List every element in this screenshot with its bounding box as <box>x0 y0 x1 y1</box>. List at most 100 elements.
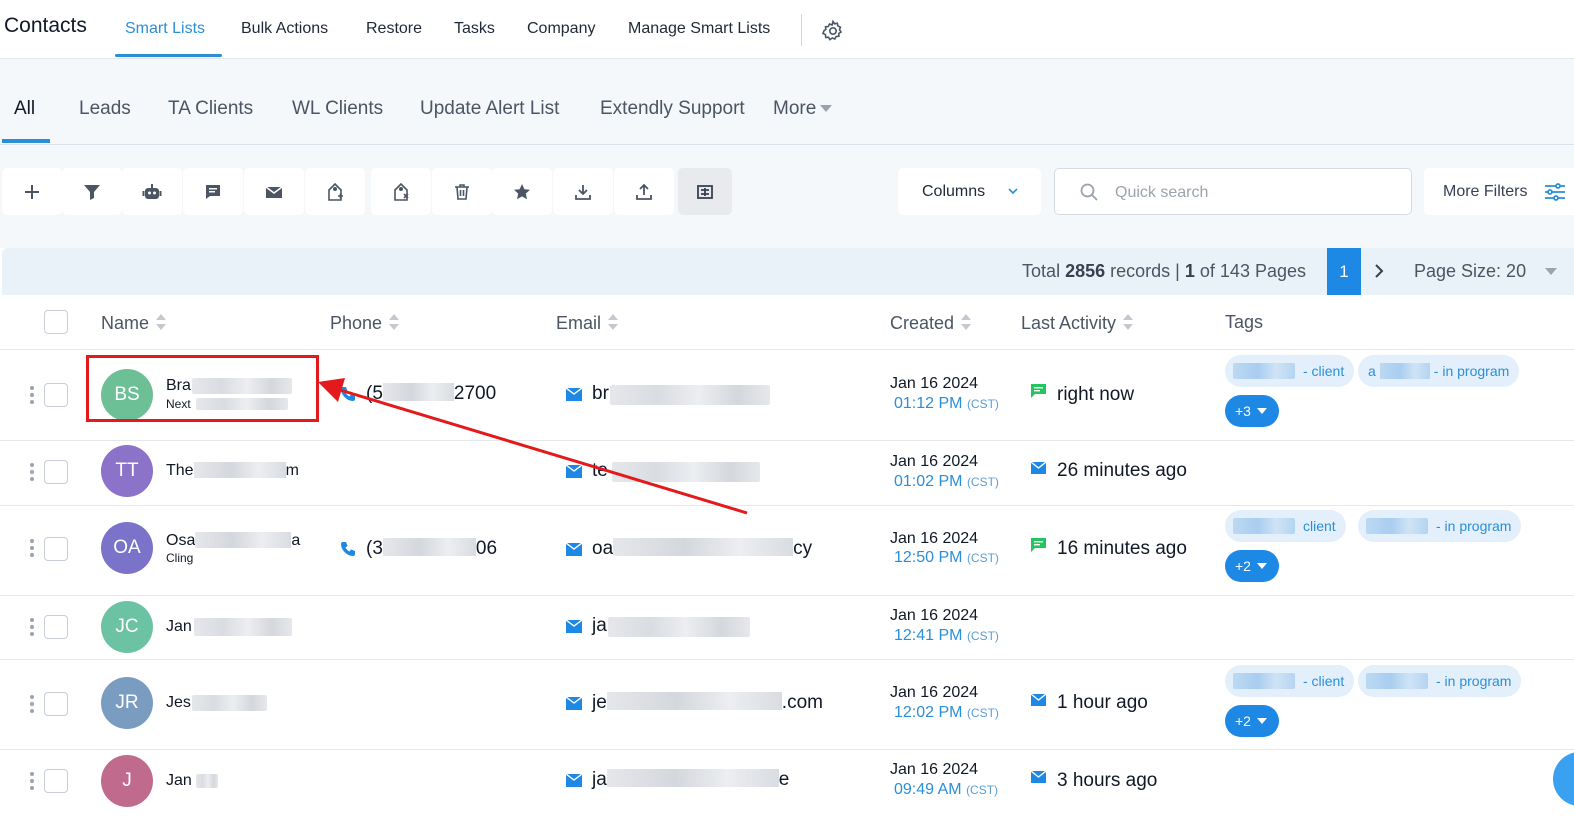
contact-phone[interactable]: (3 06 <box>366 538 497 560</box>
timezone: (CST) <box>966 629 999 643</box>
nav-restore[interactable]: Restore <box>366 20 422 38</box>
row-checkbox[interactable] <box>44 615 68 639</box>
column-last-activity[interactable]: Last Activity <box>1021 312 1134 334</box>
table-row[interactable]: J Jan ja e Jan 16 2024 09:49 AM (CST) 3 h… <box>0 750 1574 824</box>
chevron-right-icon[interactable] <box>1372 262 1386 280</box>
contact-email[interactable]: oa cy <box>592 538 812 560</box>
mail-icon[interactable] <box>566 465 582 478</box>
row-checkbox[interactable] <box>44 769 68 793</box>
more-tags-button[interactable]: +2 <box>1225 705 1279 737</box>
drag-handle-icon[interactable] <box>29 462 35 482</box>
drag-handle-icon[interactable] <box>29 617 35 637</box>
tab-more[interactable]: More <box>773 98 833 120</box>
avatar[interactable]: TT <box>101 445 153 497</box>
page-1-button[interactable]: 1 <box>1327 248 1361 295</box>
redacted-text <box>1233 363 1295 379</box>
tab-leads[interactable]: Leads <box>79 98 131 120</box>
more-tags-button[interactable]: +2 <box>1225 550 1279 582</box>
tag-chip[interactable]: a - in program <box>1358 355 1520 387</box>
table-row[interactable]: JC Jan ja Jan 16 2024 12:41 PM (CST) <box>0 596 1574 660</box>
column-created[interactable]: Created <box>890 312 972 334</box>
contact-email[interactable]: te <box>592 460 608 482</box>
row-checkbox[interactable] <box>44 692 68 716</box>
drag-handle-icon[interactable] <box>29 771 35 791</box>
contact-phone[interactable]: (5 2700 <box>366 383 496 405</box>
more-tags-button[interactable]: +3 <box>1225 395 1279 427</box>
drag-handle-icon[interactable] <box>29 538 35 558</box>
drag-handle-icon[interactable] <box>29 694 35 714</box>
row-checkbox[interactable] <box>44 383 68 407</box>
sort-icon <box>389 314 400 330</box>
nav-bulk-actions[interactable]: Bulk Actions <box>241 20 328 38</box>
favorite-button[interactable] <box>492 168 552 215</box>
tag-chip[interactable]: - in program <box>1358 510 1522 542</box>
caret-down-icon[interactable] <box>1545 268 1557 275</box>
sort-icon <box>1123 314 1134 330</box>
nav-tasks[interactable]: Tasks <box>454 20 495 38</box>
tag-chip[interactable]: - client <box>1225 355 1355 387</box>
send-sms-button[interactable] <box>183 168 243 215</box>
tab-update-alert-list[interactable]: Update Alert List <box>420 98 559 120</box>
tag-chip[interactable]: client <box>1225 510 1346 542</box>
delete-button[interactable] <box>432 168 492 215</box>
mail-icon[interactable] <box>566 774 582 787</box>
more-filters-button[interactable]: More Filters <box>1424 168 1574 215</box>
columns-dropdown[interactable]: Columns <box>898 168 1041 215</box>
merge-button[interactable] <box>678 168 732 215</box>
tag-chip[interactable]: - in program <box>1358 665 1522 697</box>
table-row[interactable]: OA Osa a Cling (3 06 oa cy Jan 16 2024 12:5… <box>0 506 1574 596</box>
phone-icon[interactable] <box>340 541 356 557</box>
gear-icon[interactable] <box>821 19 845 43</box>
created-time-value: 01:02 PM <box>894 473 963 490</box>
mail-icon[interactable] <box>566 388 582 401</box>
contact-email[interactable]: je .com <box>592 692 823 714</box>
filter-button[interactable] <box>62 168 122 215</box>
column-name[interactable]: Name <box>101 312 167 334</box>
nav-smart-lists[interactable]: Smart Lists <box>125 20 205 38</box>
row-checkbox[interactable] <box>44 537 68 561</box>
nav-manage-smart-lists[interactable]: Manage Smart Lists <box>628 20 770 38</box>
contact-email[interactable]: ja e <box>592 769 789 791</box>
tab-all[interactable]: All <box>14 98 35 120</box>
search-input[interactable]: Quick search <box>1054 168 1412 215</box>
phone-icon[interactable] <box>340 386 356 402</box>
select-all-checkbox[interactable] <box>44 310 68 334</box>
tab-extendly-support[interactable]: Extendly Support <box>600 98 745 120</box>
nav-company[interactable]: Company <box>527 20 595 38</box>
contact-name[interactable]: The m <box>166 462 299 480</box>
contact-name[interactable]: Jan <box>166 772 192 790</box>
add-tag-button[interactable] <box>305 168 365 215</box>
row-checkbox[interactable] <box>44 460 68 484</box>
export-button[interactable] <box>614 168 674 215</box>
tag-chip[interactable]: - client <box>1225 665 1355 697</box>
contact-name[interactable]: Osa a <box>166 532 300 550</box>
column-phone[interactable]: Phone <box>330 312 400 334</box>
send-email-button[interactable] <box>244 168 304 215</box>
timezone: (CST) <box>966 475 999 489</box>
column-email[interactable]: Email <box>556 312 619 334</box>
avatar[interactable]: OA <box>101 522 153 574</box>
mail-icon[interactable] <box>566 543 582 556</box>
tab-ta-clients[interactable]: TA Clients <box>168 98 253 120</box>
column-created-label: Created <box>890 313 955 333</box>
drag-handle-icon[interactable] <box>29 385 35 405</box>
avatar[interactable]: JR <box>101 677 153 729</box>
add-contact-button[interactable] <box>2 168 62 215</box>
automation-button[interactable] <box>122 168 182 215</box>
remove-tag-button[interactable] <box>371 168 431 215</box>
contact-email[interactable]: br <box>592 383 609 405</box>
contact-name[interactable]: Jes <box>166 694 191 712</box>
avatar[interactable]: J <box>101 755 153 807</box>
table-row[interactable]: TT The m te Jan 16 2024 01:02 PM (CST) 26… <box>0 441 1574 506</box>
mail-icon[interactable] <box>566 697 582 710</box>
page-size-select[interactable]: Page Size: 20 <box>1414 261 1526 282</box>
contact-email[interactable]: ja <box>592 615 607 637</box>
redacted-text <box>608 617 750 637</box>
mail-icon[interactable] <box>566 620 582 633</box>
created-time: 01:12 PM (CST) <box>894 395 999 413</box>
tab-wl-clients[interactable]: WL Clients <box>292 98 383 120</box>
contact-name[interactable]: Jan <box>166 618 192 636</box>
import-button[interactable] <box>553 168 613 215</box>
avatar[interactable]: JC <box>101 601 153 653</box>
table-row[interactable]: JR Jes je .com Jan 16 2024 12:02 PM (CST)… <box>0 660 1574 750</box>
